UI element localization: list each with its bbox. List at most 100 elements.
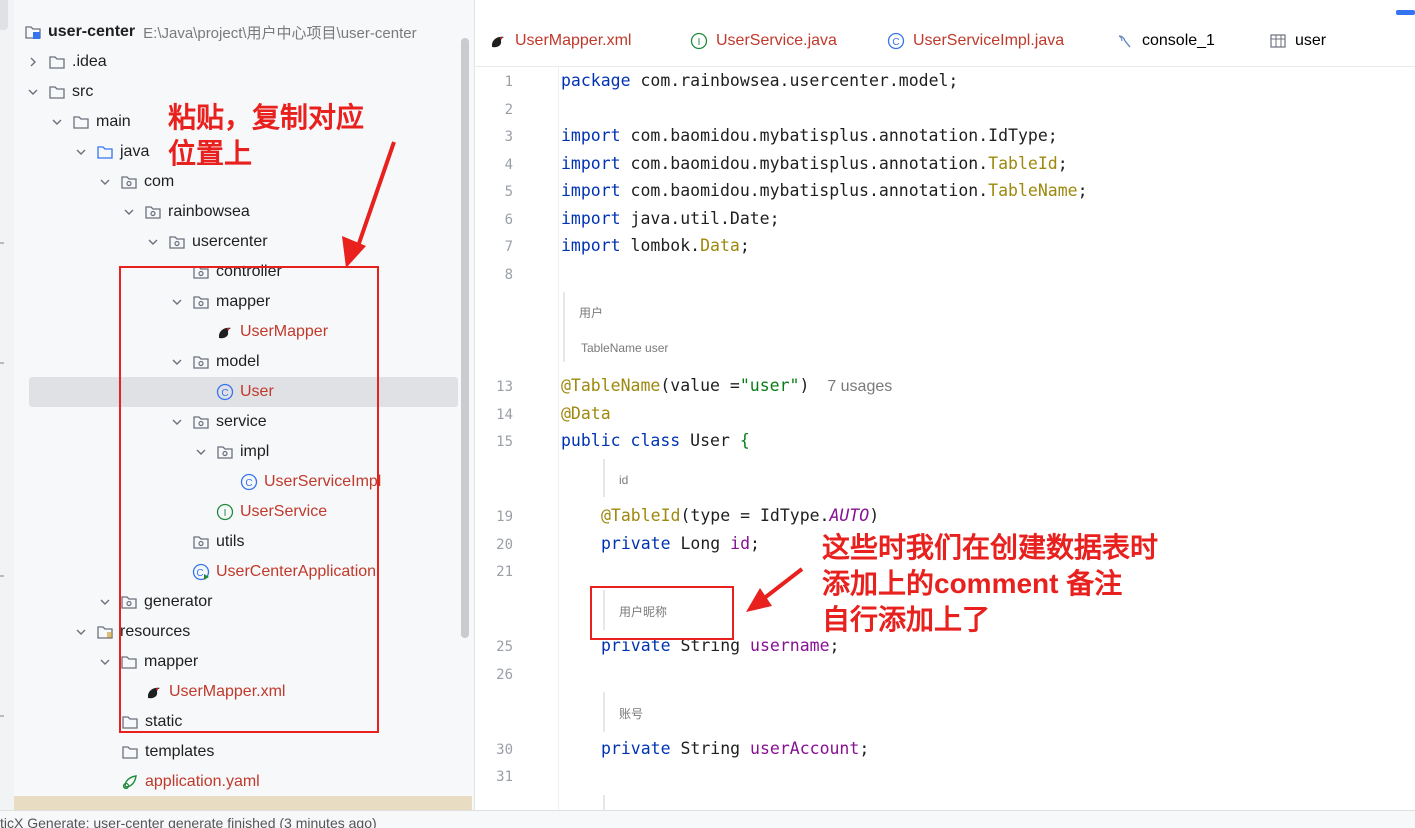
annotation-line: 添加上的comment 备注 xyxy=(822,568,1123,599)
keyword: public class xyxy=(561,431,681,450)
class-name: User xyxy=(690,431,730,450)
status-bar: ticX Generate: user-center generate fini… xyxy=(0,810,1415,828)
console-icon xyxy=(1116,32,1134,50)
line-number: 14 xyxy=(496,407,513,423)
line-number: 31 xyxy=(496,769,513,785)
interface-icon: I xyxy=(690,32,708,50)
tree-row-partial[interactable] xyxy=(14,796,472,810)
import-path: com.baomidou.mybatisplus.annotation. xyxy=(630,154,989,173)
annotation: @Data xyxy=(561,404,611,423)
line-number: 21 xyxy=(496,564,513,580)
tree-label: .idea xyxy=(72,53,107,70)
chevron-down-icon[interactable] xyxy=(74,145,88,159)
arrow-comment xyxy=(756,567,804,605)
semicolon: ; xyxy=(1077,181,1088,200)
import-annotation: TableId xyxy=(988,154,1058,173)
tool-window-strip xyxy=(0,0,15,810)
chevron-right-icon[interactable] xyxy=(26,55,40,69)
code-line-package[interactable]: package com.rainbowsea.usercenter.model; xyxy=(561,71,958,90)
arrow-comment-head xyxy=(746,588,772,612)
tree-row-templates[interactable]: templates xyxy=(14,737,458,767)
code-line-import[interactable]: import com.baomidou.mybatisplus.annotati… xyxy=(561,126,1058,145)
tool-strip-handle[interactable] xyxy=(0,0,8,30)
doc-text: 用户 xyxy=(579,306,604,320)
brace: { xyxy=(739,431,750,450)
code-line-import[interactable]: import com.baomidou.mybatisplus.annotati… xyxy=(561,154,1068,173)
tab-usermapper-xml[interactable]: UserMapper.xml xyxy=(489,16,631,66)
strip-marker xyxy=(0,362,4,364)
annotation: @TableId xyxy=(601,506,681,525)
line-number: 2 xyxy=(504,102,513,118)
chevron-down-icon[interactable] xyxy=(98,595,112,609)
annotation-line: 粘贴，复制对应 xyxy=(168,102,365,133)
code-line-import[interactable]: import java.util.Date; xyxy=(561,209,780,228)
tree-row-application-yaml[interactable]: application.yaml xyxy=(14,767,458,797)
import-path: lombok. xyxy=(630,236,701,255)
tab-userservice-java[interactable]: I UserService.java xyxy=(690,16,837,66)
chevron-down-icon[interactable] xyxy=(146,235,160,249)
tree-row-usercenter[interactable]: usercenter xyxy=(14,227,458,257)
code-line-tableid[interactable]: @TableId(type = IdType.AUTO) xyxy=(601,506,879,525)
code-line-field-account[interactable]: private String userAccount; xyxy=(601,739,869,758)
spring-config-icon xyxy=(121,773,139,791)
svg-text:I: I xyxy=(698,37,701,48)
tree-label: main xyxy=(96,113,131,130)
line-number: 20 xyxy=(496,537,513,553)
code-line-import[interactable]: import com.baomidou.mybatisplus.annotati… xyxy=(561,181,1088,200)
tab-userserviceimpl-java[interactable]: C UserServiceImpl.java xyxy=(887,16,1064,66)
tab-console[interactable]: console_1 xyxy=(1116,16,1215,66)
chevron-down-icon[interactable] xyxy=(98,175,112,189)
tree-scrollbar[interactable] xyxy=(461,38,469,638)
module-folder-icon xyxy=(24,23,42,41)
doc-text: 账号 xyxy=(619,707,644,721)
usages-hint[interactable]: 7 usages xyxy=(827,378,892,395)
keyword: private xyxy=(601,534,671,553)
chevron-down-icon[interactable] xyxy=(122,205,136,219)
gutter-separator xyxy=(558,66,559,810)
line-number: 6 xyxy=(504,212,513,228)
keyword: import xyxy=(561,181,621,200)
chevron-down-icon[interactable] xyxy=(74,625,88,639)
field-name: userAccount xyxy=(750,739,860,758)
tab-label: console_1 xyxy=(1142,32,1215,49)
tree-row-rainbowsea[interactable]: rainbowsea xyxy=(14,197,458,227)
doc-comment-id[interactable]: id xyxy=(603,459,628,497)
tree-label: com xyxy=(144,173,175,190)
tree-label: application.yaml xyxy=(145,773,260,790)
svg-text:C: C xyxy=(892,37,899,48)
chevron-down-icon[interactable] xyxy=(26,85,40,99)
code-line-tablename[interactable]: @TableName(value ="user") 7 usages xyxy=(561,376,892,396)
tree-row-idea[interactable]: .idea xyxy=(14,47,458,77)
code-line-import[interactable]: import lombok.Data; xyxy=(561,236,750,255)
doc-comment-partial xyxy=(603,795,619,810)
source-folder-icon xyxy=(96,143,114,161)
keyword: import xyxy=(561,154,621,173)
doc-comment-account[interactable]: 账号 xyxy=(603,692,643,732)
type-name: String xyxy=(680,739,741,758)
tree-label: rainbowsea xyxy=(168,203,250,220)
project-path: E:\Java\project\用户中心项目\user-center xyxy=(143,24,417,42)
import-path: java.util.Date; xyxy=(630,209,780,228)
line-number: 5 xyxy=(504,184,513,200)
chevron-down-icon[interactable] xyxy=(50,115,64,129)
code-line-data[interactable]: @Data xyxy=(561,404,611,423)
tab-user-table[interactable]: user xyxy=(1269,16,1326,66)
import-annotation: TableName xyxy=(988,181,1078,200)
annotation-line: 这些时我们在创建数据表时 xyxy=(822,532,1159,563)
folder-icon xyxy=(48,83,66,101)
doc-comment-class[interactable]: 用户 TableName user xyxy=(563,292,668,362)
code-line-field-id[interactable]: private Long id; xyxy=(601,534,760,553)
window-accent-bar xyxy=(1396,10,1415,15)
code-line-class[interactable]: public class User { xyxy=(561,431,750,450)
chevron-down-icon[interactable] xyxy=(98,655,112,669)
keyword: package xyxy=(561,71,631,90)
strip-marker xyxy=(0,715,4,717)
line-number: 4 xyxy=(504,157,513,173)
keyword: import xyxy=(561,236,621,255)
line-number: 30 xyxy=(496,742,513,758)
keyword: import xyxy=(561,209,621,228)
annotation-args: (value = xyxy=(660,376,740,395)
strip-marker xyxy=(0,575,4,577)
annotation-args: ) xyxy=(799,376,810,395)
tree-row-project-root[interactable]: user-center E:\Java\project\用户中心项目\user-… xyxy=(14,17,458,47)
